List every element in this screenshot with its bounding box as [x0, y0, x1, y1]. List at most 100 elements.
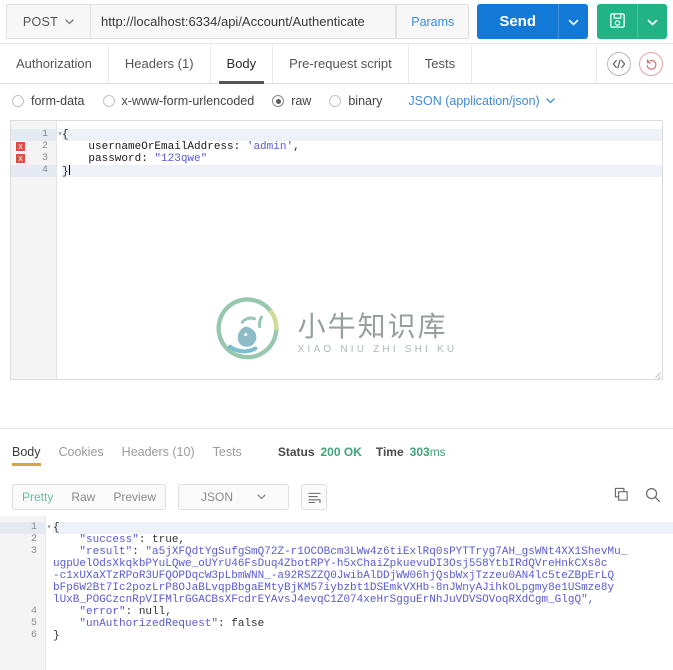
chevron-down-icon	[546, 96, 555, 106]
search-icon[interactable]	[645, 487, 661, 508]
response-code-line: bFp6W2Bt7Ic2pozLrP8OJaBLvqpBbgaEMtyBjKM5…	[53, 582, 673, 594]
undo-reset-icon[interactable]	[639, 51, 663, 76]
view-mode-preview[interactable]: Preview	[104, 485, 165, 509]
save-button[interactable]	[597, 4, 637, 39]
radio-form-data[interactable]: form-data	[12, 94, 85, 108]
response-separator	[0, 428, 673, 429]
response-code: { "success": true, "result": "a5jXFQdtYg…	[47, 516, 673, 670]
code-text: password:	[62, 153, 155, 165]
send-button[interactable]: Send	[477, 4, 558, 39]
response-code-line: "unAuthorizedRequest": false	[53, 618, 673, 630]
json-string: "result"	[53, 546, 133, 558]
line-number: 1	[41, 129, 48, 140]
response-tab-tests[interactable]: Tests	[213, 438, 242, 466]
save-button-group	[597, 4, 667, 39]
tab-body[interactable]: Body	[211, 44, 274, 84]
radio-icon	[329, 95, 342, 107]
url-input[interactable]: http://localhost:6334/api/Account/Authen…	[90, 4, 397, 39]
code-string: "123qwe"	[154, 153, 208, 165]
floppy-save-icon	[609, 12, 626, 32]
gutter-line-3: x 3	[11, 153, 56, 165]
view-mode-pretty[interactable]: Pretty	[13, 485, 62, 509]
time-number: 303	[409, 445, 430, 459]
radio-urlencoded-label: x-www-form-urlencoded	[121, 94, 255, 108]
radio-x-www-form-urlencoded[interactable]: x-www-form-urlencoded	[102, 94, 255, 108]
save-options-button[interactable]	[637, 4, 667, 39]
radio-icon	[12, 95, 24, 107]
response-line-number: 2	[30, 534, 37, 545]
response-code-line: -c1xUXaXTzRPoR3UFQOPDqcW3pLbmWNN_-a92RSZ…	[53, 570, 673, 582]
code-text: ,	[293, 141, 300, 153]
tab-authorization[interactable]: Authorization	[0, 44, 109, 83]
response-status-meta: Status 200 OK Time 303ms	[278, 445, 446, 459]
radio-binary[interactable]: binary	[329, 94, 382, 108]
response-tab-headers[interactable]: Headers (10)	[122, 438, 195, 466]
url-bar: POST http://localhost:6334/api/Account/A…	[0, 0, 673, 44]
format-label: JSON	[201, 490, 234, 504]
response-format-selector[interactable]: JSON	[178, 484, 290, 510]
json-string: "unAuthorizedRequest"	[53, 618, 219, 630]
response-toolbar: Pretty Raw Preview JSON	[0, 480, 673, 514]
response-line-number: 4	[30, 606, 37, 617]
code-brackets-icon[interactable]	[607, 51, 631, 76]
json-string: -c1xUXaXTzRPoR3UFQOPDqcW3pLbmWNN_-a92RSZ…	[53, 570, 615, 582]
code-line-3: password: "123qwe"	[62, 153, 662, 165]
json-string: bFp6W2Bt7Ic2pozLrP8OJaBLvqpBbgaEMtyBjKM5…	[53, 582, 615, 594]
http-method-label: POST	[22, 14, 59, 29]
params-button[interactable]: Params	[396, 4, 470, 39]
radio-icon	[102, 95, 115, 107]
gutter-line-2: x 2	[11, 141, 56, 153]
response-line-number: 3	[30, 546, 37, 557]
radio-selected-icon	[272, 95, 285, 107]
word-wrap-icon[interactable]	[301, 484, 328, 510]
code-string: 'admin'	[246, 141, 294, 153]
request-editor-gutter: 1 ▾ x 2 x 3 4	[11, 121, 62, 379]
code-line-2: usernameOrEmailAddress: 'admin',	[62, 141, 662, 153]
content-type-label: JSON (application/json)	[408, 94, 540, 108]
response-line-number	[0, 594, 45, 606]
time-label: Time	[375, 445, 404, 459]
gutter-line-1: 1 ▾	[11, 129, 62, 141]
radio-raw-label: raw	[291, 94, 312, 108]
response-code-line: "error": null,	[53, 606, 673, 618]
view-mode-raw[interactable]: Raw	[62, 485, 104, 509]
chevron-down-icon	[647, 14, 658, 29]
editor-resize-handle[interactable]	[649, 366, 661, 379]
send-button-group: Send	[477, 4, 588, 39]
response-view-mode-group: Pretty Raw Preview	[12, 484, 167, 510]
code-line-1: {	[62, 129, 662, 141]
content-type-selector[interactable]: JSON (application/json)	[408, 94, 555, 108]
tab-headers[interactable]: Headers (1)	[109, 44, 211, 83]
json-string: lUxB_POGCzcnRpVIFMlrGGACBsXFcdrEYAvsJ4ev…	[53, 594, 595, 606]
response-line-number: 1 ▾	[0, 522, 51, 534]
radio-raw[interactable]: raw	[272, 94, 311, 108]
response-line-number	[0, 570, 45, 582]
response-tab-body[interactable]: Body	[12, 438, 41, 466]
json-punctuation: : false	[218, 618, 265, 630]
code-text: usernameOrEmailAddress:	[62, 141, 247, 153]
response-tabs: Body Cookies Headers (10) Tests Status 2…	[0, 436, 673, 468]
copy-icon[interactable]	[614, 487, 629, 507]
status-badge: 200 OK	[320, 445, 362, 459]
error-marker-icon[interactable]: x	[15, 141, 26, 152]
tab-pre-request-script[interactable]: Pre-request script	[273, 44, 409, 83]
tabs-spacer	[472, 44, 597, 83]
radio-form-data-label: form-data	[31, 94, 85, 108]
response-tab-cookies[interactable]: Cookies	[59, 438, 104, 466]
response-line-number	[0, 558, 45, 570]
url-text: http://localhost:6334/api/Account/Authen…	[101, 14, 365, 29]
json-punctuation: }	[53, 630, 60, 642]
json-punctuation: : null,	[125, 606, 172, 618]
http-method-selector[interactable]: POST	[6, 4, 90, 39]
send-options-button[interactable]	[558, 4, 588, 39]
json-punctuation: : true,	[138, 534, 186, 546]
response-line-number: 5	[30, 618, 37, 629]
response-toolbar-right	[614, 487, 661, 508]
response-body-editor[interactable]: 1 ▾ 2 3 4 5 6 { "success": true, "result": "a5…	[0, 516, 673, 670]
request-body-editor[interactable]: 1 ▾ x 2 x 3 4 { usernameOrEmailAddress: …	[10, 120, 663, 380]
error-marker-icon[interactable]: x	[15, 153, 26, 164]
radio-binary-label: binary	[348, 94, 383, 108]
request-editor-code[interactable]: { usernameOrEmailAddress: 'admin', passw…	[58, 121, 662, 379]
tab-tests[interactable]: Tests	[409, 44, 473, 83]
line-number: 4	[41, 165, 48, 176]
